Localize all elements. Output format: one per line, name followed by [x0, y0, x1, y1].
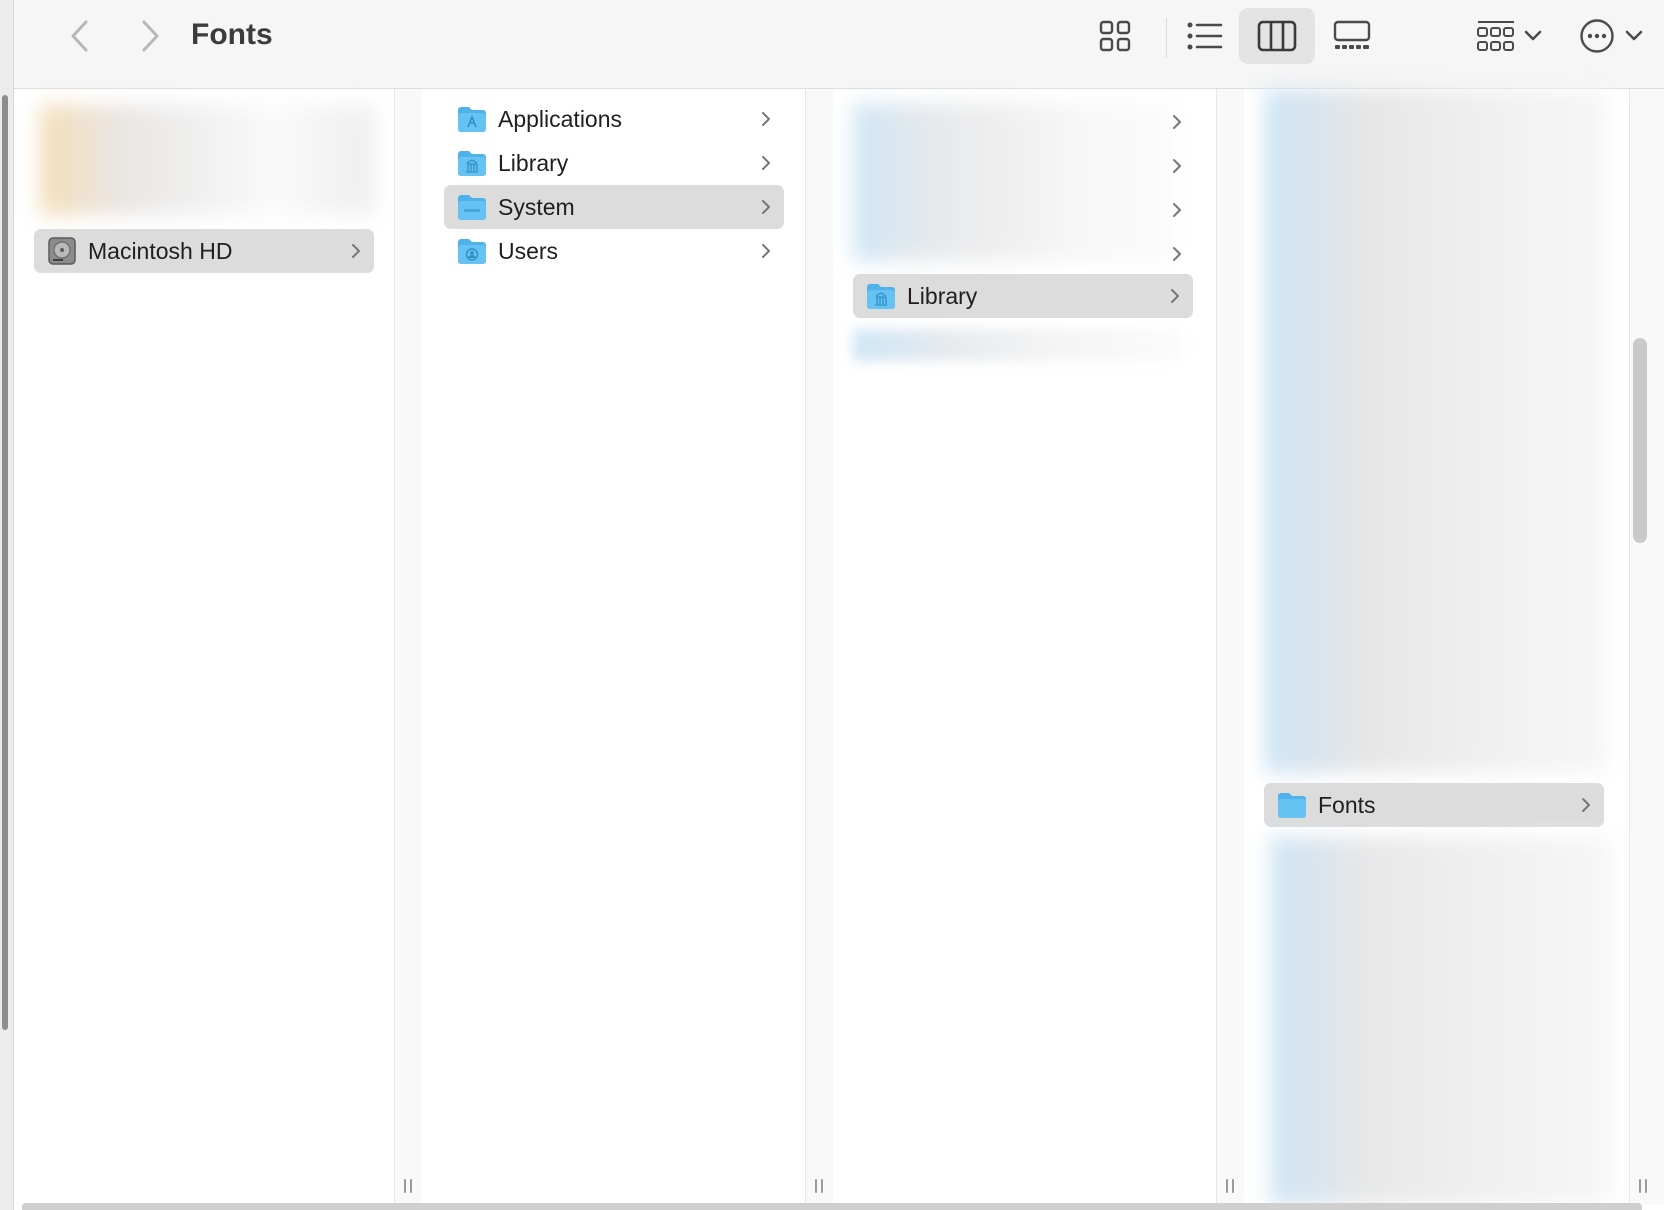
- column-view-button[interactable]: [1239, 8, 1315, 64]
- window-left-edge: [0, 0, 14, 1210]
- gallery-view-button[interactable]: [1324, 14, 1380, 58]
- chevron-right-icon: [1582, 798, 1590, 812]
- chevron-right-icon: [762, 200, 770, 214]
- blurred-item: [853, 329, 1183, 361]
- blurred-items: [1270, 837, 1612, 1205]
- column-3: Library: [833, 89, 1216, 1205]
- item-label: Applications: [498, 105, 623, 132]
- blurred-items: [1264, 89, 1606, 773]
- group-by-icon: [1477, 21, 1514, 51]
- column-3-item-library[interactable]: Library: [853, 274, 1193, 318]
- chevron-right-icon: [762, 156, 770, 170]
- column-resize-handle[interactable]: [805, 89, 834, 1205]
- chevron-down-icon: [1625, 30, 1643, 41]
- chevron-left-icon: [71, 20, 88, 52]
- chevron-right-icon: [1173, 203, 1181, 217]
- blurred-items: [853, 103, 1173, 261]
- chevron-down-icon: [1524, 30, 1542, 41]
- chevron-right-icon: [1173, 247, 1181, 261]
- window-title: Fonts: [191, 18, 273, 51]
- column-2-item-users[interactable]: Users: [444, 229, 784, 273]
- column-2-item-system[interactable]: System: [444, 185, 784, 229]
- list-view-icon: [1187, 22, 1223, 50]
- item-label: Macintosh HD: [88, 237, 233, 264]
- vertical-scrollbar-thumb[interactable]: [1633, 338, 1647, 543]
- blurred-item: [40, 105, 375, 215]
- item-label: Users: [498, 237, 559, 264]
- column-2-item-applications[interactable]: Applications: [444, 97, 784, 141]
- gallery-view-icon: [1333, 20, 1371, 49]
- chevron-right-icon: [1173, 159, 1181, 173]
- column-1-item[interactable]: Macintosh HD: [34, 229, 374, 273]
- library-folder-icon: [867, 284, 895, 309]
- chevron-right-icon: [762, 244, 770, 258]
- column-view-icon: [1257, 20, 1297, 52]
- chevron-right-icon: [1173, 115, 1181, 129]
- item-label: Library: [907, 282, 978, 309]
- chevron-right-icon: [352, 244, 360, 258]
- hard-drive-icon: [48, 237, 76, 265]
- icon-view-icon: [1099, 20, 1131, 52]
- chevron-right-icon: [762, 112, 770, 126]
- chevron-right-icon: [142, 20, 159, 52]
- users-folder-icon: [458, 239, 486, 264]
- applications-folder-icon: [458, 107, 486, 132]
- column-2: Applications Library System Users: [422, 89, 805, 1205]
- toolbar-separator: [1166, 18, 1167, 58]
- list-view-button[interactable]: [1177, 14, 1233, 58]
- chevron-right-icon: [1171, 289, 1179, 303]
- column-resize-handle[interactable]: [394, 89, 423, 1205]
- sidebar-scrollbar[interactable]: [2, 95, 8, 1030]
- system-folder-icon: [458, 195, 486, 220]
- toolbar: Fonts: [14, 0, 1664, 89]
- column-resize-handle[interactable]: [1629, 89, 1664, 1205]
- column-4-item-fonts[interactable]: Fonts: [1264, 783, 1604, 827]
- item-label: System: [498, 193, 575, 220]
- forward-button[interactable]: [124, 14, 176, 58]
- icon-view-button[interactable]: [1089, 14, 1141, 58]
- column-2-item-library[interactable]: Library: [444, 141, 784, 185]
- ellipsis-circle-icon: [1580, 19, 1614, 53]
- library-folder-icon: [458, 151, 486, 176]
- back-button[interactable]: [54, 14, 106, 58]
- horizontal-scrollbar[interactable]: [22, 1203, 1642, 1210]
- folder-icon: [1278, 793, 1306, 818]
- column-1: Macintosh HD: [14, 89, 394, 1205]
- column-resize-handle[interactable]: [1216, 89, 1245, 1205]
- item-label: Library: [498, 149, 569, 176]
- item-label: Fonts: [1318, 791, 1376, 818]
- column-4: Fonts: [1244, 89, 1629, 1205]
- group-by-button[interactable]: [1466, 14, 1552, 58]
- more-actions-button[interactable]: [1579, 14, 1664, 58]
